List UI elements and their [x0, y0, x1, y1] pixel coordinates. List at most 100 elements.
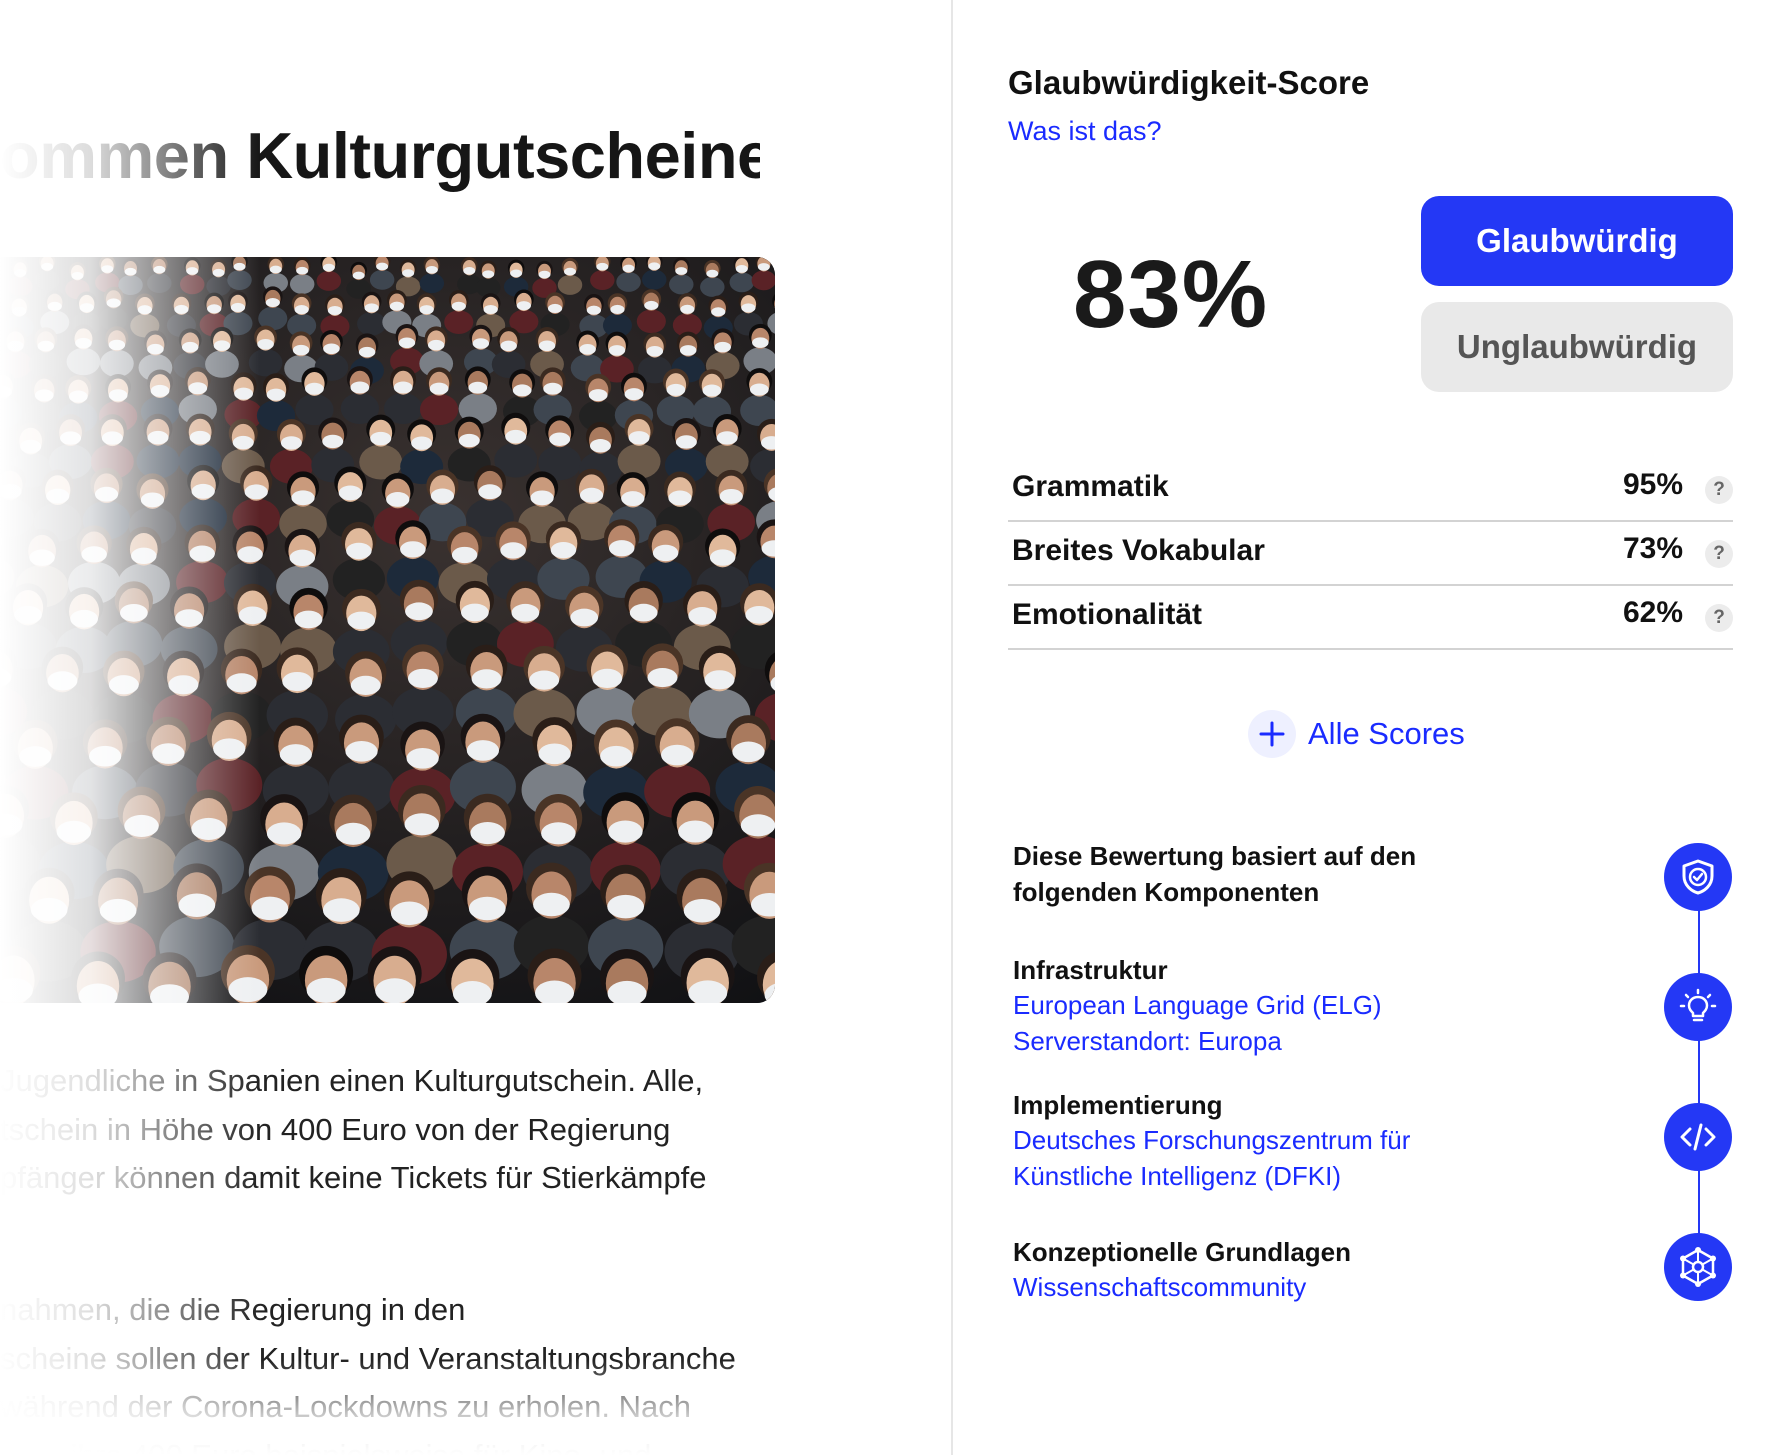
crowd-person-mask — [510, 269, 523, 278]
crowd-person-mask — [189, 430, 211, 445]
component-link-elg[interactable]: European Language Grid (ELG) — [1013, 987, 1382, 1023]
crowd-person-mask — [292, 344, 310, 356]
crowd-person-mask — [68, 390, 88, 403]
crowd-person-mask — [530, 490, 554, 506]
crowd-person-body — [590, 270, 615, 291]
metric-row-grammatik: Grammatik 95% ? — [1008, 458, 1733, 522]
crowd-person-mask — [466, 740, 500, 761]
crowd-person-mask — [238, 606, 267, 625]
crowd-person-mask — [266, 388, 286, 401]
article-headline: ommen Kulturgutscheine — [0, 119, 760, 192]
crowd-person-body — [28, 350, 63, 379]
crowd-person-mask — [47, 671, 78, 691]
metric-label: Emotionalität — [1012, 598, 1203, 631]
crowd-person-mask — [683, 898, 721, 923]
crowd-person-body — [729, 272, 755, 293]
component-link-science-community[interactable]: Wissenschaftscommunity — [1013, 1269, 1306, 1305]
crowd-person-mask — [745, 605, 774, 624]
crowd-person-mask — [470, 821, 505, 845]
not-credible-button[interactable]: Unglaubwürdig — [1421, 302, 1733, 392]
paragraph-line: nger ihre 400 Euro beispielsweise für Ki… — [0, 1437, 652, 1455]
crowd-person-mask — [56, 820, 92, 843]
network-icon — [1664, 1233, 1732, 1301]
crowd-person-mask — [533, 892, 570, 917]
crowd-person-mask — [547, 303, 563, 314]
crowd-person-mask — [251, 896, 289, 921]
all-scores-label: Alle Scores — [1308, 716, 1465, 751]
crowd-person-mask — [549, 432, 571, 446]
crowd-person-mask — [376, 262, 389, 271]
crowd-person-mask — [12, 306, 27, 316]
article-paragraph-2: nahmen, die die Regierung in den scheine… — [0, 1286, 800, 1455]
crowd-person-body — [444, 310, 474, 334]
component-link-dfki[interactable]: Deutsches Forschungszentrum für — [1013, 1122, 1410, 1158]
crowd-person-mask — [152, 743, 185, 764]
crowd-person-mask — [735, 265, 748, 273]
crowd-person-mask — [600, 745, 633, 767]
crowd-person-mask — [579, 344, 596, 355]
crowd-person-mask — [404, 813, 439, 836]
crowd-person-mask — [186, 267, 199, 275]
help-icon[interactable]: ? — [1705, 604, 1733, 632]
component-heading-concept: Konzeptionelle Grundlagen — [1013, 1237, 1352, 1267]
crowd-person-mask — [405, 602, 433, 621]
component-link-dfki-line2[interactable]: Künstliche Intelligenz (DFKI) — [1013, 1158, 1341, 1194]
credible-button[interactable]: Glaubwürdig — [1421, 196, 1733, 286]
metric-value: 62% — [1622, 596, 1683, 629]
crowd-person-mask — [101, 265, 114, 273]
crowd-person-body — [419, 273, 445, 294]
crowd-person-mask — [622, 264, 635, 273]
crowd-person-mask — [280, 436, 302, 450]
crowd-person-mask — [550, 541, 577, 559]
paragraph-line: scheine sollen der Kultur- und Veranstal… — [0, 1340, 736, 1376]
crowd-person-mask — [629, 603, 658, 622]
crowd-person-mask — [472, 338, 490, 349]
crowd-person-mask — [529, 670, 560, 690]
crowd-person-mask — [14, 605, 42, 624]
crowd-person-mask — [108, 389, 128, 402]
metric-row-vokabular: Breites Vokabular 73% ? — [1008, 522, 1733, 586]
crowd-person-mask — [429, 382, 449, 395]
crowd-person-mask — [120, 603, 148, 622]
crowd-person-mask — [407, 668, 438, 689]
crowd-person-mask — [375, 978, 415, 1003]
crowd-photo-illustration — [0, 257, 775, 1003]
crowd-person-mask — [266, 822, 302, 845]
crowd-person-mask — [679, 345, 697, 356]
all-scores-button[interactable]: Alle Scores — [1248, 709, 1465, 759]
crowd-person-mask — [175, 609, 203, 627]
paragraph-line: nahmen, die die Regierung in den — [0, 1292, 466, 1327]
crowd-person-mask — [390, 901, 428, 926]
crowd-person-body — [316, 270, 342, 291]
crowd-person-mask — [306, 977, 346, 1003]
help-icon[interactable]: ? — [1705, 540, 1733, 568]
help-icon[interactable]: ? — [1705, 476, 1733, 504]
crowd-person-mask — [350, 675, 381, 695]
crowd-person-mask — [29, 549, 55, 566]
crowd-person-mask — [327, 305, 343, 316]
crowd-person-mask — [140, 492, 165, 508]
crowd-person-mask — [646, 345, 664, 357]
crowd-person-mask — [451, 546, 478, 564]
metric-label: Breites Vokabular — [1012, 534, 1265, 567]
article-area: ommen Kulturgutscheine Jugendliche in Sp… — [0, 0, 952, 1455]
what-is-this-link[interactable]: Was ist das? — [1008, 116, 1162, 147]
crowd-person-mask — [419, 305, 434, 315]
crowd-person-mask — [538, 270, 551, 279]
crowd-person-mask — [269, 265, 282, 274]
crowd-person-body — [700, 277, 725, 297]
crowd-person-mask — [468, 381, 488, 394]
component-link-server-location[interactable]: Serverstandort: Europa — [1013, 1023, 1282, 1059]
components-intro: Diese Bewertung basiert auf den folgende… — [1013, 841, 1417, 907]
crowd-person-mask — [652, 544, 679, 562]
crowd-person-mask — [538, 743, 571, 765]
crowd-person-mask — [463, 266, 476, 275]
crowd-person-mask — [592, 668, 623, 689]
crowd-person-mask — [586, 305, 601, 315]
crowd-person-mask — [588, 389, 608, 402]
crowd-person-mask — [579, 487, 604, 503]
crowd-person-mask — [483, 304, 498, 315]
crowd-person-mask — [279, 744, 312, 765]
crowd-person-mask — [47, 301, 62, 311]
crowd-person-mask — [7, 340, 24, 352]
